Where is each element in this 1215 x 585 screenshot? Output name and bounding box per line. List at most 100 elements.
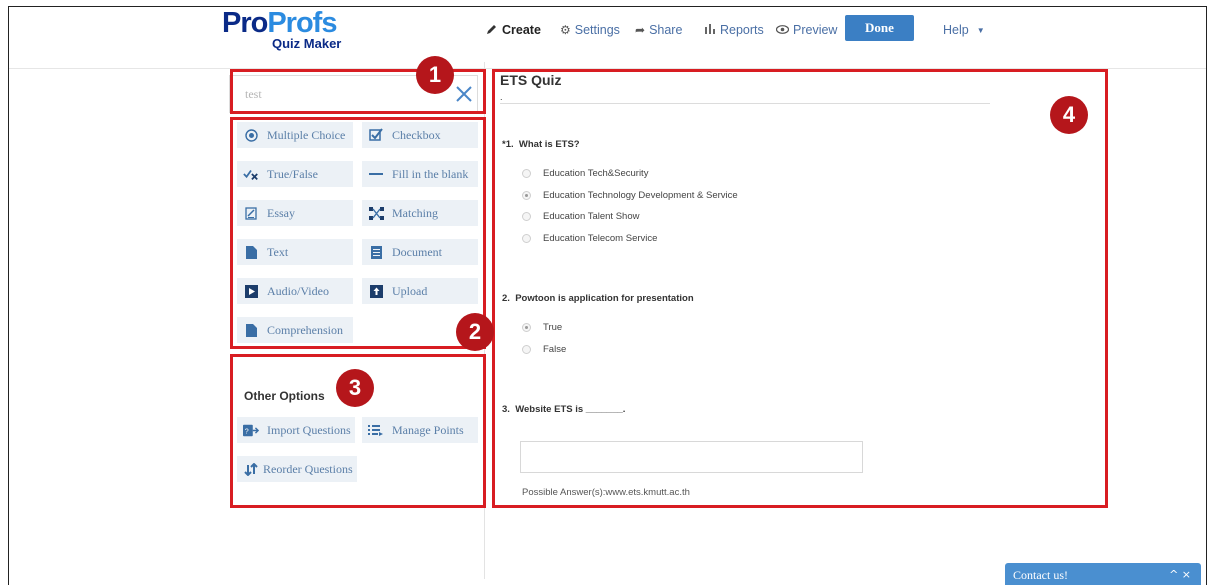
essay-icon [243,205,259,221]
annotation-badge-4: 4 [1050,96,1088,134]
annotation-badge-1: 1 [416,56,454,94]
other-options-title: Other Options [244,389,325,403]
radio-button[interactable] [522,169,531,178]
caret-down-icon: ▼ [976,25,985,35]
question-text: What is ETS? [518,139,580,150]
nav-create[interactable]: Create [486,20,541,40]
radio-icon [243,127,259,143]
tile-label: Import Questions [267,422,351,437]
question-2[interactable]: 2. Powtoon is application for presentati… [502,293,694,304]
eye-icon [775,23,790,37]
nav-help-label: Help [943,23,969,37]
answer-option[interactable]: True [522,322,562,333]
tile-label: True/False [267,166,318,181]
logo-subtitle: Quiz Maker [272,36,342,51]
option-label: True [543,322,563,333]
nav-share-label: Share [649,23,683,37]
question-type-essay[interactable]: Essay [237,200,353,226]
question-type-true-false[interactable]: True/False [237,161,353,187]
annotation-badge-3: 3 [336,369,374,407]
nav-share[interactable]: ➦ Share [635,20,682,40]
nav-reports-label: Reports [720,23,764,37]
option-label: Education Technology Development & Servi… [543,190,738,201]
contact-label: Contact us! [1013,568,1068,582]
question-type-fill-blank[interactable]: Fill in the blank [362,161,478,187]
question-type-comprehension[interactable]: Comprehension [237,317,353,343]
answer-option[interactable]: Education Technology Development & Servi… [522,190,738,201]
question-type-multiple-choice[interactable]: Multiple Choice [237,122,353,148]
import-icon: ? [243,422,259,438]
logo-part-2: Profs [267,7,337,39]
close-icon[interactable] [453,81,475,107]
tile-label: Reorder Questions [263,461,353,476]
tile-label: Text [267,244,289,259]
upload-icon [368,283,384,299]
question-number: *1. [502,139,514,150]
tile-label: Comprehension [267,322,343,337]
proprofs-logo[interactable]: ProProfs Quiz Maker [222,8,352,58]
option-label: Education Tech&Security [543,168,649,179]
import-questions-button[interactable]: ? Import Questions [237,417,355,443]
answer-option[interactable]: False [522,344,566,355]
radio-button[interactable] [522,212,531,221]
comprehension-icon [243,322,259,338]
nav-preview-label: Preview [793,23,838,37]
gear-icon: ⚙ [560,23,571,37]
nav-settings[interactable]: ⚙ Settings [560,20,620,40]
question-text: Website ETS is _______. [515,404,626,415]
pencil-icon [486,23,498,38]
option-label: Education Talent Show [543,211,640,222]
checkbox-icon [368,127,384,143]
tile-label: Multiple Choice [267,127,346,142]
question-type-upload[interactable]: Upload [362,278,478,304]
answer-text-field[interactable] [520,441,863,473]
manage-points-button[interactable]: Manage Points [362,417,478,443]
question-type-audio-video[interactable]: Audio/Video [237,278,353,304]
nav-help[interactable]: Help ▼ [943,20,985,40]
option-label: Education Telecom Service [543,233,658,244]
tile-label: Checkbox [392,127,441,142]
question-number: 2. [502,293,510,304]
quiz-description[interactable]: . [500,92,503,102]
possible-answers: Possible Answer(s):www.ets.kmutt.ac.th [522,487,690,498]
audio-video-icon [243,283,259,299]
question-type-text[interactable]: Text [237,239,353,265]
matching-icon [368,205,384,221]
question-3[interactable]: 3. Website ETS is _______. [502,404,625,415]
contact-controls[interactable]: ^ × [1169,563,1191,585]
contact-us-widget[interactable]: Contact us! ^ × [1005,563,1201,585]
question-type-document[interactable]: Document [362,239,478,265]
nav-settings-label: Settings [574,23,620,37]
nav-reports[interactable]: Reports [704,20,764,40]
question-number: 3. [502,404,510,415]
quiz-title[interactable]: ETS Quiz [500,72,561,88]
question-text: Powtoon is application for presentation [515,293,694,304]
reorder-icon [243,461,259,477]
nav-preview[interactable]: Preview [775,20,838,40]
tile-label: Matching [392,205,438,220]
manage-points-icon [368,422,384,438]
answer-option[interactable]: Education Tech&Security [522,168,648,179]
bar-chart-icon [704,23,716,37]
done-button[interactable]: Done [845,15,914,41]
annotation-badge-2: 2 [456,313,494,351]
nav-create-label: Create [502,23,541,37]
radio-button[interactable] [522,234,531,243]
answer-option[interactable]: Education Telecom Service [522,233,657,244]
true-false-icon [243,166,259,182]
tile-label: Essay [267,205,295,220]
radio-button-selected[interactable] [522,191,531,200]
quiz-title-underline [500,103,990,104]
share-icon: ➦ [635,23,646,37]
question-type-checkbox[interactable]: Checkbox [362,122,478,148]
text-icon [243,244,259,260]
question-1[interactable]: *1. What is ETS? [502,139,580,150]
reorder-questions-button[interactable]: Reorder Questions [237,456,357,482]
radio-button-selected[interactable] [522,323,531,332]
question-type-matching[interactable]: Matching [362,200,478,226]
answer-option[interactable]: Education Talent Show [522,211,639,222]
tile-label: Audio/Video [267,283,329,298]
tile-label: Manage Points [392,422,464,437]
svg-text:?: ? [245,427,249,435]
radio-button[interactable] [522,345,531,354]
